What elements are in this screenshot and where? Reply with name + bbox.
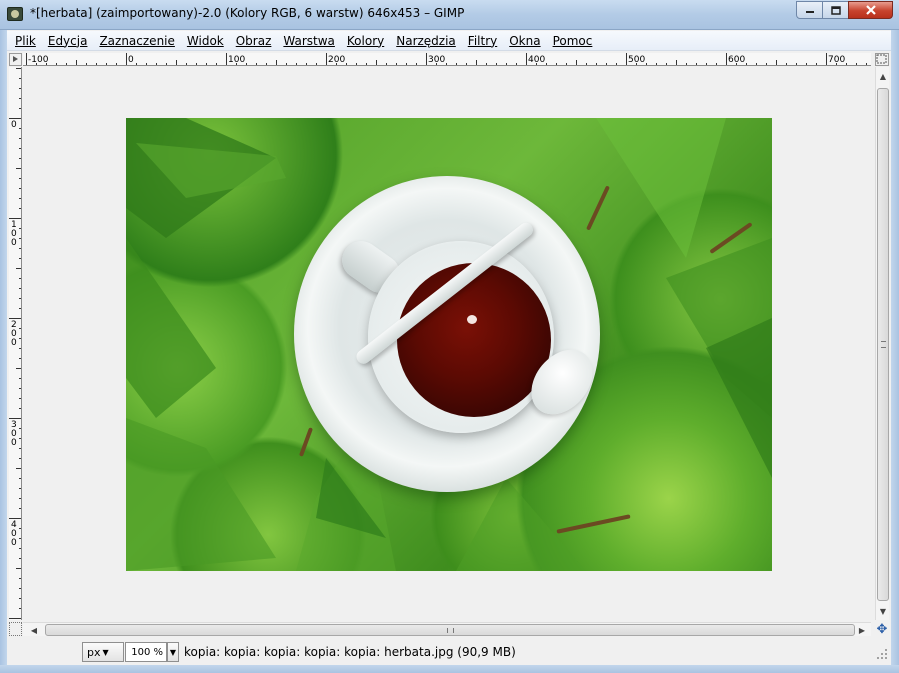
ruler-label: 200 xyxy=(328,55,345,65)
scroll-left-arrow-icon[interactable]: ◀ xyxy=(27,623,41,637)
menu-plik[interactable]: Plik xyxy=(15,34,36,48)
ruler-label: 0 xyxy=(11,338,17,348)
menu-kolory[interactable]: Kolory xyxy=(347,34,384,48)
tea-liquid xyxy=(397,263,551,417)
menu-pomoc[interactable]: Pomoc xyxy=(553,34,593,48)
minimize-button[interactable] xyxy=(796,1,823,19)
scroll-right-arrow-icon[interactable]: ▶ xyxy=(855,623,869,637)
ruler-label: 400 xyxy=(528,55,545,65)
vertical-scrollbar[interactable]: ▲ ▼ xyxy=(875,67,889,620)
quick-mask-toggle[interactable] xyxy=(9,622,22,636)
scroll-up-arrow-icon[interactable]: ▲ xyxy=(876,69,890,83)
maximize-button[interactable] xyxy=(822,1,849,19)
menu-widok[interactable]: Widok xyxy=(187,34,224,48)
chevron-down-icon: ▼ xyxy=(102,647,109,657)
title-bar[interactable]: *[herbata] (zaimportowany)-2.0 (Kolory R… xyxy=(0,0,899,30)
ruler-label: 0 xyxy=(11,538,17,548)
ruler-label: 100 xyxy=(228,55,245,65)
close-button[interactable] xyxy=(848,1,893,19)
window-frame-bottom xyxy=(0,665,899,673)
close-icon xyxy=(865,5,876,15)
vertical-ruler-ticks: 0100200300400 xyxy=(9,68,21,619)
unit-select[interactable]: px ▼ xyxy=(82,642,124,662)
window-frame-right xyxy=(891,30,899,673)
zoom-dropdown-button[interactable]: ▼ xyxy=(167,642,179,662)
gimp-app-icon[interactable] xyxy=(7,7,23,21)
horizontal-scrollbar[interactable]: ◀ ▶ xyxy=(23,622,871,636)
window-controls xyxy=(796,1,893,19)
zoom-to-window-button[interactable] xyxy=(875,53,889,66)
zoom-input[interactable]: 100 % xyxy=(125,642,167,662)
minimize-icon xyxy=(805,11,814,13)
horizontal-ruler-ticks: -100 0 100 200 300 400 500 600 700 xyxy=(26,53,867,65)
ruler-label: 500 xyxy=(628,55,645,65)
window-frame-left xyxy=(0,30,7,673)
ruler-label: -100 xyxy=(28,55,49,65)
ruler-label: 0 xyxy=(11,238,17,248)
chevron-down-icon: ▼ xyxy=(169,647,177,657)
menu-zaznaczenie[interactable]: Zaznaczenie xyxy=(99,34,174,48)
resize-grip-icon[interactable] xyxy=(877,647,889,661)
ruler-label: 0 xyxy=(11,120,17,130)
menu-okna[interactable]: Okna xyxy=(509,34,540,48)
horizontal-scroll-thumb[interactable] xyxy=(45,624,855,636)
vertical-ruler[interactable]: 0100200300400 xyxy=(9,67,22,620)
status-bar: px ▼ 100 % ▼ kopia: kopia: kopia: kopia: … xyxy=(7,639,891,665)
zoom-fit-icon xyxy=(876,54,887,64)
image-herbata[interactable] xyxy=(126,118,772,571)
menu-bar: Plik Edycja Zaznaczenie Widok Obraz Wars… xyxy=(7,31,891,51)
status-message: kopia: kopia: kopia: kopia: kopia: herba… xyxy=(184,645,516,659)
menu-filtry[interactable]: Filtry xyxy=(468,34,497,48)
ruler-label: 0 xyxy=(128,55,134,65)
ruler-label: 0 xyxy=(11,438,17,448)
image-canvas[interactable] xyxy=(23,67,871,620)
image-menu-arrow-button[interactable] xyxy=(9,53,22,66)
ruler-label: 300 xyxy=(428,55,445,65)
menu-narzedzia[interactable]: Narzędzia xyxy=(396,34,456,48)
scroll-down-arrow-icon[interactable]: ▼ xyxy=(876,604,890,618)
navigate-icon[interactable]: ✥ xyxy=(875,622,889,637)
menu-warstwa[interactable]: Warstwa xyxy=(283,34,335,48)
menu-obraz[interactable]: Obraz xyxy=(236,34,272,48)
horizontal-ruler[interactable]: -100 0 100 200 300 400 500 600 700 xyxy=(23,53,871,66)
menu-edycja[interactable]: Edycja xyxy=(48,34,88,48)
ruler-label: 600 xyxy=(728,55,745,65)
window-title: *[herbata] (zaimportowany)-2.0 (Kolory R… xyxy=(30,6,465,20)
ruler-label: 700 xyxy=(828,55,845,65)
maximize-icon xyxy=(830,5,841,15)
vertical-scroll-thumb[interactable] xyxy=(877,88,889,601)
